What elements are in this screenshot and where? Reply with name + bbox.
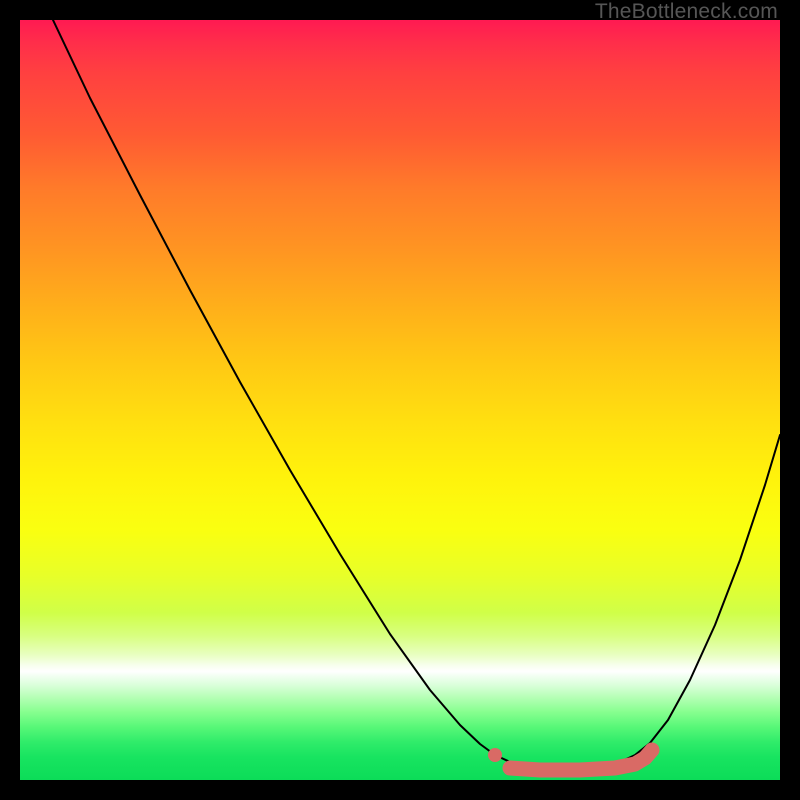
watermark-text: TheBottleneck.com — [595, 0, 778, 24]
marker-dot — [488, 748, 502, 762]
series-bottleneck-curve — [53, 20, 780, 768]
plot-area — [20, 20, 780, 780]
chart-svg — [20, 20, 780, 780]
chart-container: TheBottleneck.com — [0, 0, 800, 800]
trough-highlight — [510, 750, 652, 770]
